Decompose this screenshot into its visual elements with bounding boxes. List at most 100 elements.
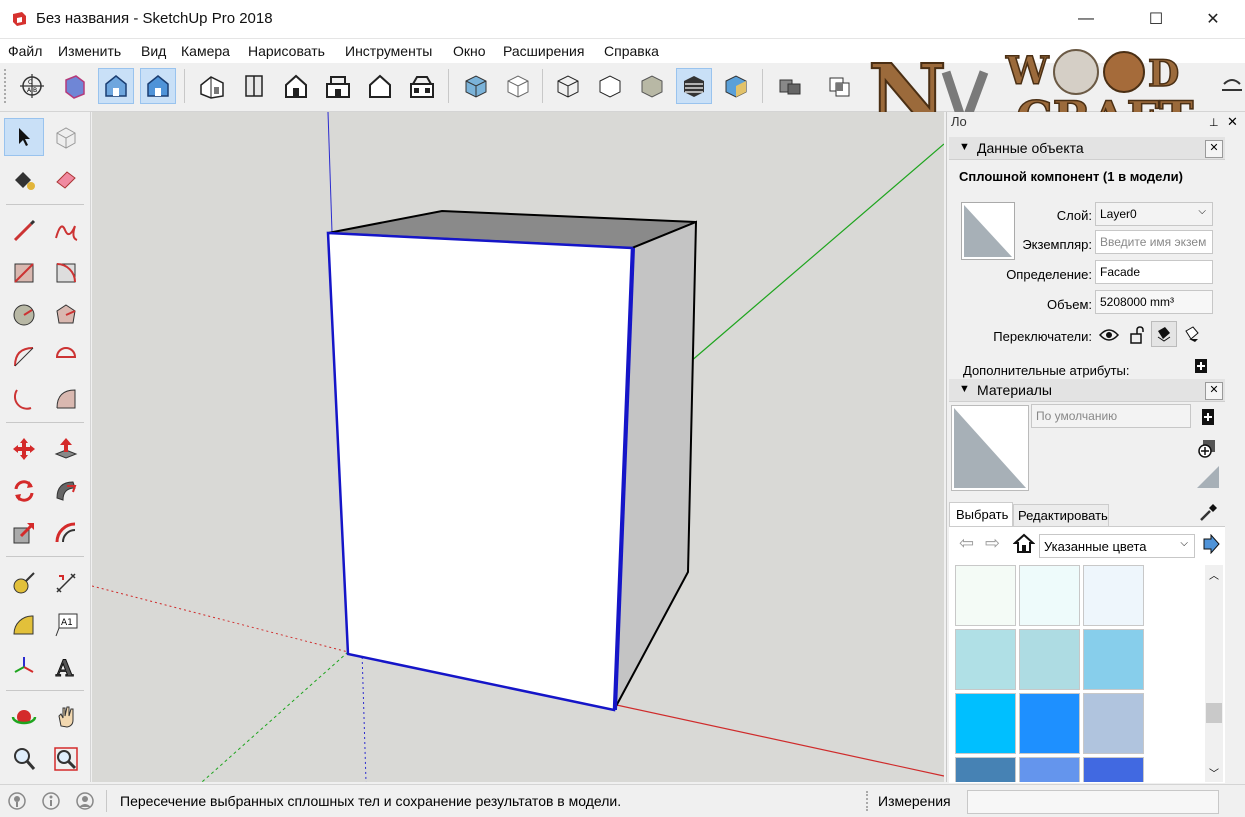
material-swatch[interactable] [1019,693,1080,754]
left-view-icon[interactable] [404,68,440,104]
axes-icon[interactable] [4,648,44,686]
details-arrow-icon[interactable] [1201,533,1221,555]
orbit-icon[interactable] [4,698,44,736]
geo-location-icon[interactable] [8,792,26,810]
solid-union-icon[interactable] [772,68,808,104]
circle-icon[interactable] [4,296,44,334]
menu-edit[interactable]: Изменить [58,43,121,59]
material-swatch[interactable] [955,693,1016,754]
wireframe-cube-icon[interactable] [550,68,586,104]
follow-me-icon[interactable] [46,472,86,510]
menu-window[interactable]: Окно [453,43,486,59]
three-point-arc-icon[interactable] [46,380,86,418]
eyedropper-icon[interactable] [1197,502,1219,524]
menu-draw[interactable]: Нарисовать [248,43,325,59]
tab-edit[interactable]: Редактировать [1013,504,1109,526]
expand-plus-icon[interactable] [1194,358,1208,374]
definition-input[interactable]: Facade [1095,260,1213,284]
make-component-icon[interactable] [46,118,86,156]
material-swatch[interactable] [955,565,1016,626]
instance-input[interactable]: Введите имя экзем [1095,230,1213,254]
create-material-icon[interactable] [1197,436,1219,458]
undo-icon[interactable] [1214,68,1245,104]
material-swatch[interactable] [955,629,1016,690]
entity-info-close-button[interactable]: ✕ [1205,140,1223,158]
cast-shadows-icon[interactable] [1179,321,1205,347]
shaded-icon[interactable] [634,68,670,104]
iso-view-icon[interactable] [194,68,230,104]
credits-icon[interactable] [42,792,60,810]
offset-icon[interactable] [46,514,86,552]
polygon-icon[interactable] [46,296,86,334]
top-view-icon[interactable] [236,68,272,104]
zoom-icon[interactable] [4,740,44,778]
line-icon[interactable] [4,212,44,250]
menu-view[interactable]: Вид [141,43,166,59]
collection-select[interactable]: Указанные цвета ⌵ [1039,534,1195,558]
material-swatch[interactable] [955,757,1016,782]
receive-shadows-icon[interactable] [1151,321,1177,347]
home-icon[interactable] [1012,532,1036,554]
default-material-swatch-icon[interactable] [1195,464,1221,490]
push-pull-icon[interactable] [46,430,86,468]
hidden-line-icon[interactable] [592,68,628,104]
protractor-icon[interactable] [4,606,44,644]
maximize-button[interactable]: ☐ [1133,0,1179,38]
3d-text-icon[interactable]: A [46,648,86,686]
tab-select[interactable]: Выбрать [949,502,1013,526]
material-name-input[interactable]: По умолчанию [1031,404,1191,428]
tray-close-icon[interactable]: ✕ [1227,114,1238,130]
rotated-rectangle-icon[interactable] [46,254,86,292]
forward-arrow-icon[interactable]: ⇨ [985,533,1000,554]
visibility-eye-icon[interactable] [1097,323,1121,347]
zoom-window-icon[interactable] [46,740,86,778]
back-arrow-icon[interactable]: ⇦ [959,533,974,554]
model-canvas[interactable] [92,112,944,782]
materials-scrollbar[interactable]: ︿ ﹀ [1205,565,1223,782]
menu-help[interactable]: Справка [604,43,659,59]
material-swatch[interactable] [1083,757,1144,782]
freehand-icon[interactable] [46,212,86,250]
rectangle-icon[interactable] [4,254,44,292]
select-icon[interactable] [4,118,44,156]
text-icon[interactable]: A1 [46,606,86,644]
shaded-with-textures-icon[interactable] [458,68,494,104]
material-swatch[interactable] [1019,757,1080,782]
layer-select[interactable]: Layer0 ⌵ [1095,202,1213,226]
back-view-icon[interactable] [362,68,398,104]
solid-intersect-icon[interactable] [822,68,858,104]
monochrome-icon[interactable] [718,68,754,104]
material-swatch[interactable] [1083,693,1144,754]
paint-bucket-icon[interactable] [4,160,44,198]
close-button[interactable]: ✕ [1190,0,1236,38]
menu-file[interactable]: Файл [8,43,42,59]
user-account-icon[interactable] [76,792,94,810]
materials-header[interactable]: ▼ Материалы [949,379,1225,402]
material-swatch[interactable] [1019,629,1080,690]
pan-icon[interactable] [46,698,86,736]
two-point-arc-icon[interactable] [4,380,44,418]
display-secondary-icon[interactable] [1201,408,1215,425]
material-swatch[interactable] [1019,565,1080,626]
right-view-icon[interactable] [320,68,356,104]
material-swatch[interactable] [1083,629,1144,690]
minimize-button[interactable]: — [1063,0,1109,38]
scroll-down-icon[interactable]: ﹀ [1209,765,1219,780]
tape-measure-icon[interactable] [4,564,44,602]
rotate-icon[interactable] [4,472,44,510]
scrollbar-thumb[interactable] [1206,703,1222,723]
scale-icon[interactable] [4,514,44,552]
menu-extensions[interactable]: Расширения [503,43,584,59]
toolbar-grip[interactable] [4,69,9,103]
arc-icon[interactable] [4,338,44,376]
x-ray-cube-icon[interactable] [500,68,536,104]
entity-info-header[interactable]: ▼ Данные объекта [949,137,1225,160]
x-ray-icon[interactable] [56,68,92,104]
move-icon[interactable] [4,430,44,468]
standard-views-icon[interactable]: CA B [14,68,50,104]
eraser-icon[interactable] [46,160,86,198]
material-swatch[interactable] [1083,565,1144,626]
materials-close-button[interactable]: ✕ [1205,382,1223,400]
wireframe-icon[interactable] [140,68,176,104]
dimension-icon[interactable] [46,564,86,602]
